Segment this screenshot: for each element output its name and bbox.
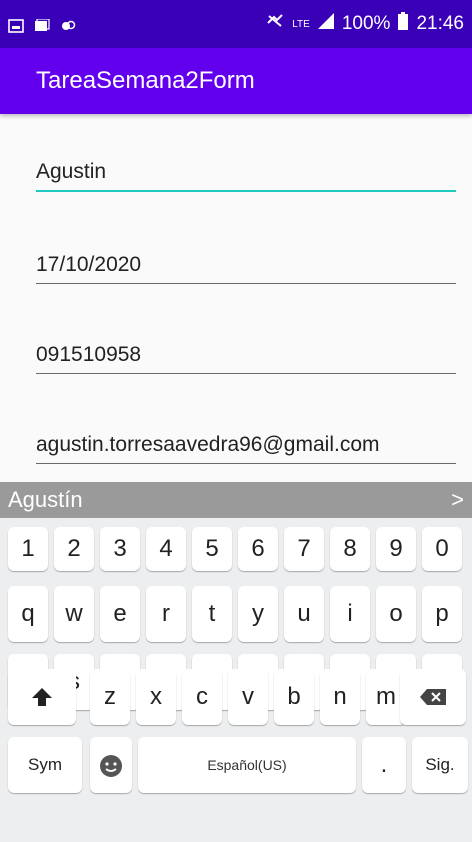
- letter-key[interactable]: i: [330, 586, 370, 642]
- letter-key[interactable]: z: [90, 669, 130, 725]
- number-key[interactable]: 6: [238, 527, 278, 571]
- status-left: [8, 17, 76, 33]
- shift-key[interactable]: [8, 669, 76, 725]
- emoji-icon: [100, 755, 122, 777]
- mute-icon: [266, 13, 284, 35]
- letter-key[interactable]: u: [284, 586, 324, 642]
- settings-sync-icon: [60, 17, 76, 31]
- period-key[interactable]: .: [362, 737, 406, 793]
- email-field[interactable]: agustin.torresaavedra96@gmail.com: [36, 424, 456, 464]
- backspace-icon: [420, 689, 446, 705]
- letter-key[interactable]: c: [182, 669, 222, 725]
- next-key[interactable]: Sig.: [412, 737, 468, 793]
- status-right: LTE 100% 21:46: [266, 12, 464, 36]
- number-key[interactable]: 1: [8, 527, 48, 571]
- battery-percent: 100%: [341, 13, 391, 34]
- phone-field[interactable]: 091510958: [36, 334, 456, 374]
- keyboard: Agustín > 1234567890 qwertyuiop asdfghjk…: [0, 482, 472, 842]
- emoji-key[interactable]: [90, 737, 132, 793]
- lte-icon: LTE: [292, 18, 310, 30]
- signal-icon: [317, 13, 334, 35]
- backspace-key[interactable]: [400, 669, 466, 725]
- number-key[interactable]: 0: [422, 527, 462, 571]
- suggestion-word[interactable]: Agustín: [8, 487, 83, 513]
- space-key[interactable]: Español(US): [138, 737, 356, 793]
- letter-key[interactable]: v: [228, 669, 268, 725]
- number-key[interactable]: 3: [100, 527, 140, 571]
- number-key[interactable]: 9: [376, 527, 416, 571]
- number-key[interactable]: 7: [284, 527, 324, 571]
- screenshot-icon: [8, 17, 24, 33]
- letter-key[interactable]: o: [376, 586, 416, 642]
- date-field[interactable]: 17/10/2020: [36, 244, 456, 284]
- letter-key[interactable]: e: [100, 586, 140, 642]
- letter-key[interactable]: n: [320, 669, 360, 725]
- battery-icon: [398, 12, 409, 36]
- letter-key[interactable]: w: [54, 586, 94, 642]
- name-field[interactable]: Agustin: [36, 152, 456, 192]
- app-title: TareaSemana2Form: [36, 67, 255, 94]
- letter-key[interactable]: r: [146, 586, 186, 642]
- number-key[interactable]: 5: [192, 527, 232, 571]
- suggestion-expand-icon[interactable]: >: [451, 487, 464, 513]
- number-key[interactable]: 2: [54, 527, 94, 571]
- sym-key[interactable]: Sym: [8, 737, 82, 793]
- status-bar: LTE 100% 21:46: [0, 0, 472, 48]
- number-key[interactable]: 8: [330, 527, 370, 571]
- suggestion-bar[interactable]: Agustín >: [0, 482, 472, 518]
- letter-key[interactable]: p: [422, 586, 462, 642]
- clock: 21:46: [416, 13, 464, 34]
- letter-key[interactable]: b: [274, 669, 314, 725]
- letter-key[interactable]: q: [8, 586, 48, 642]
- letter-key[interactable]: x: [136, 669, 176, 725]
- gallery-icon: [34, 17, 50, 31]
- number-key[interactable]: 4: [146, 527, 186, 571]
- letter-key[interactable]: y: [238, 586, 278, 642]
- letter-key[interactable]: t: [192, 586, 232, 642]
- app-bar: TareaSemana2Form: [0, 48, 472, 114]
- shift-icon: [32, 688, 52, 706]
